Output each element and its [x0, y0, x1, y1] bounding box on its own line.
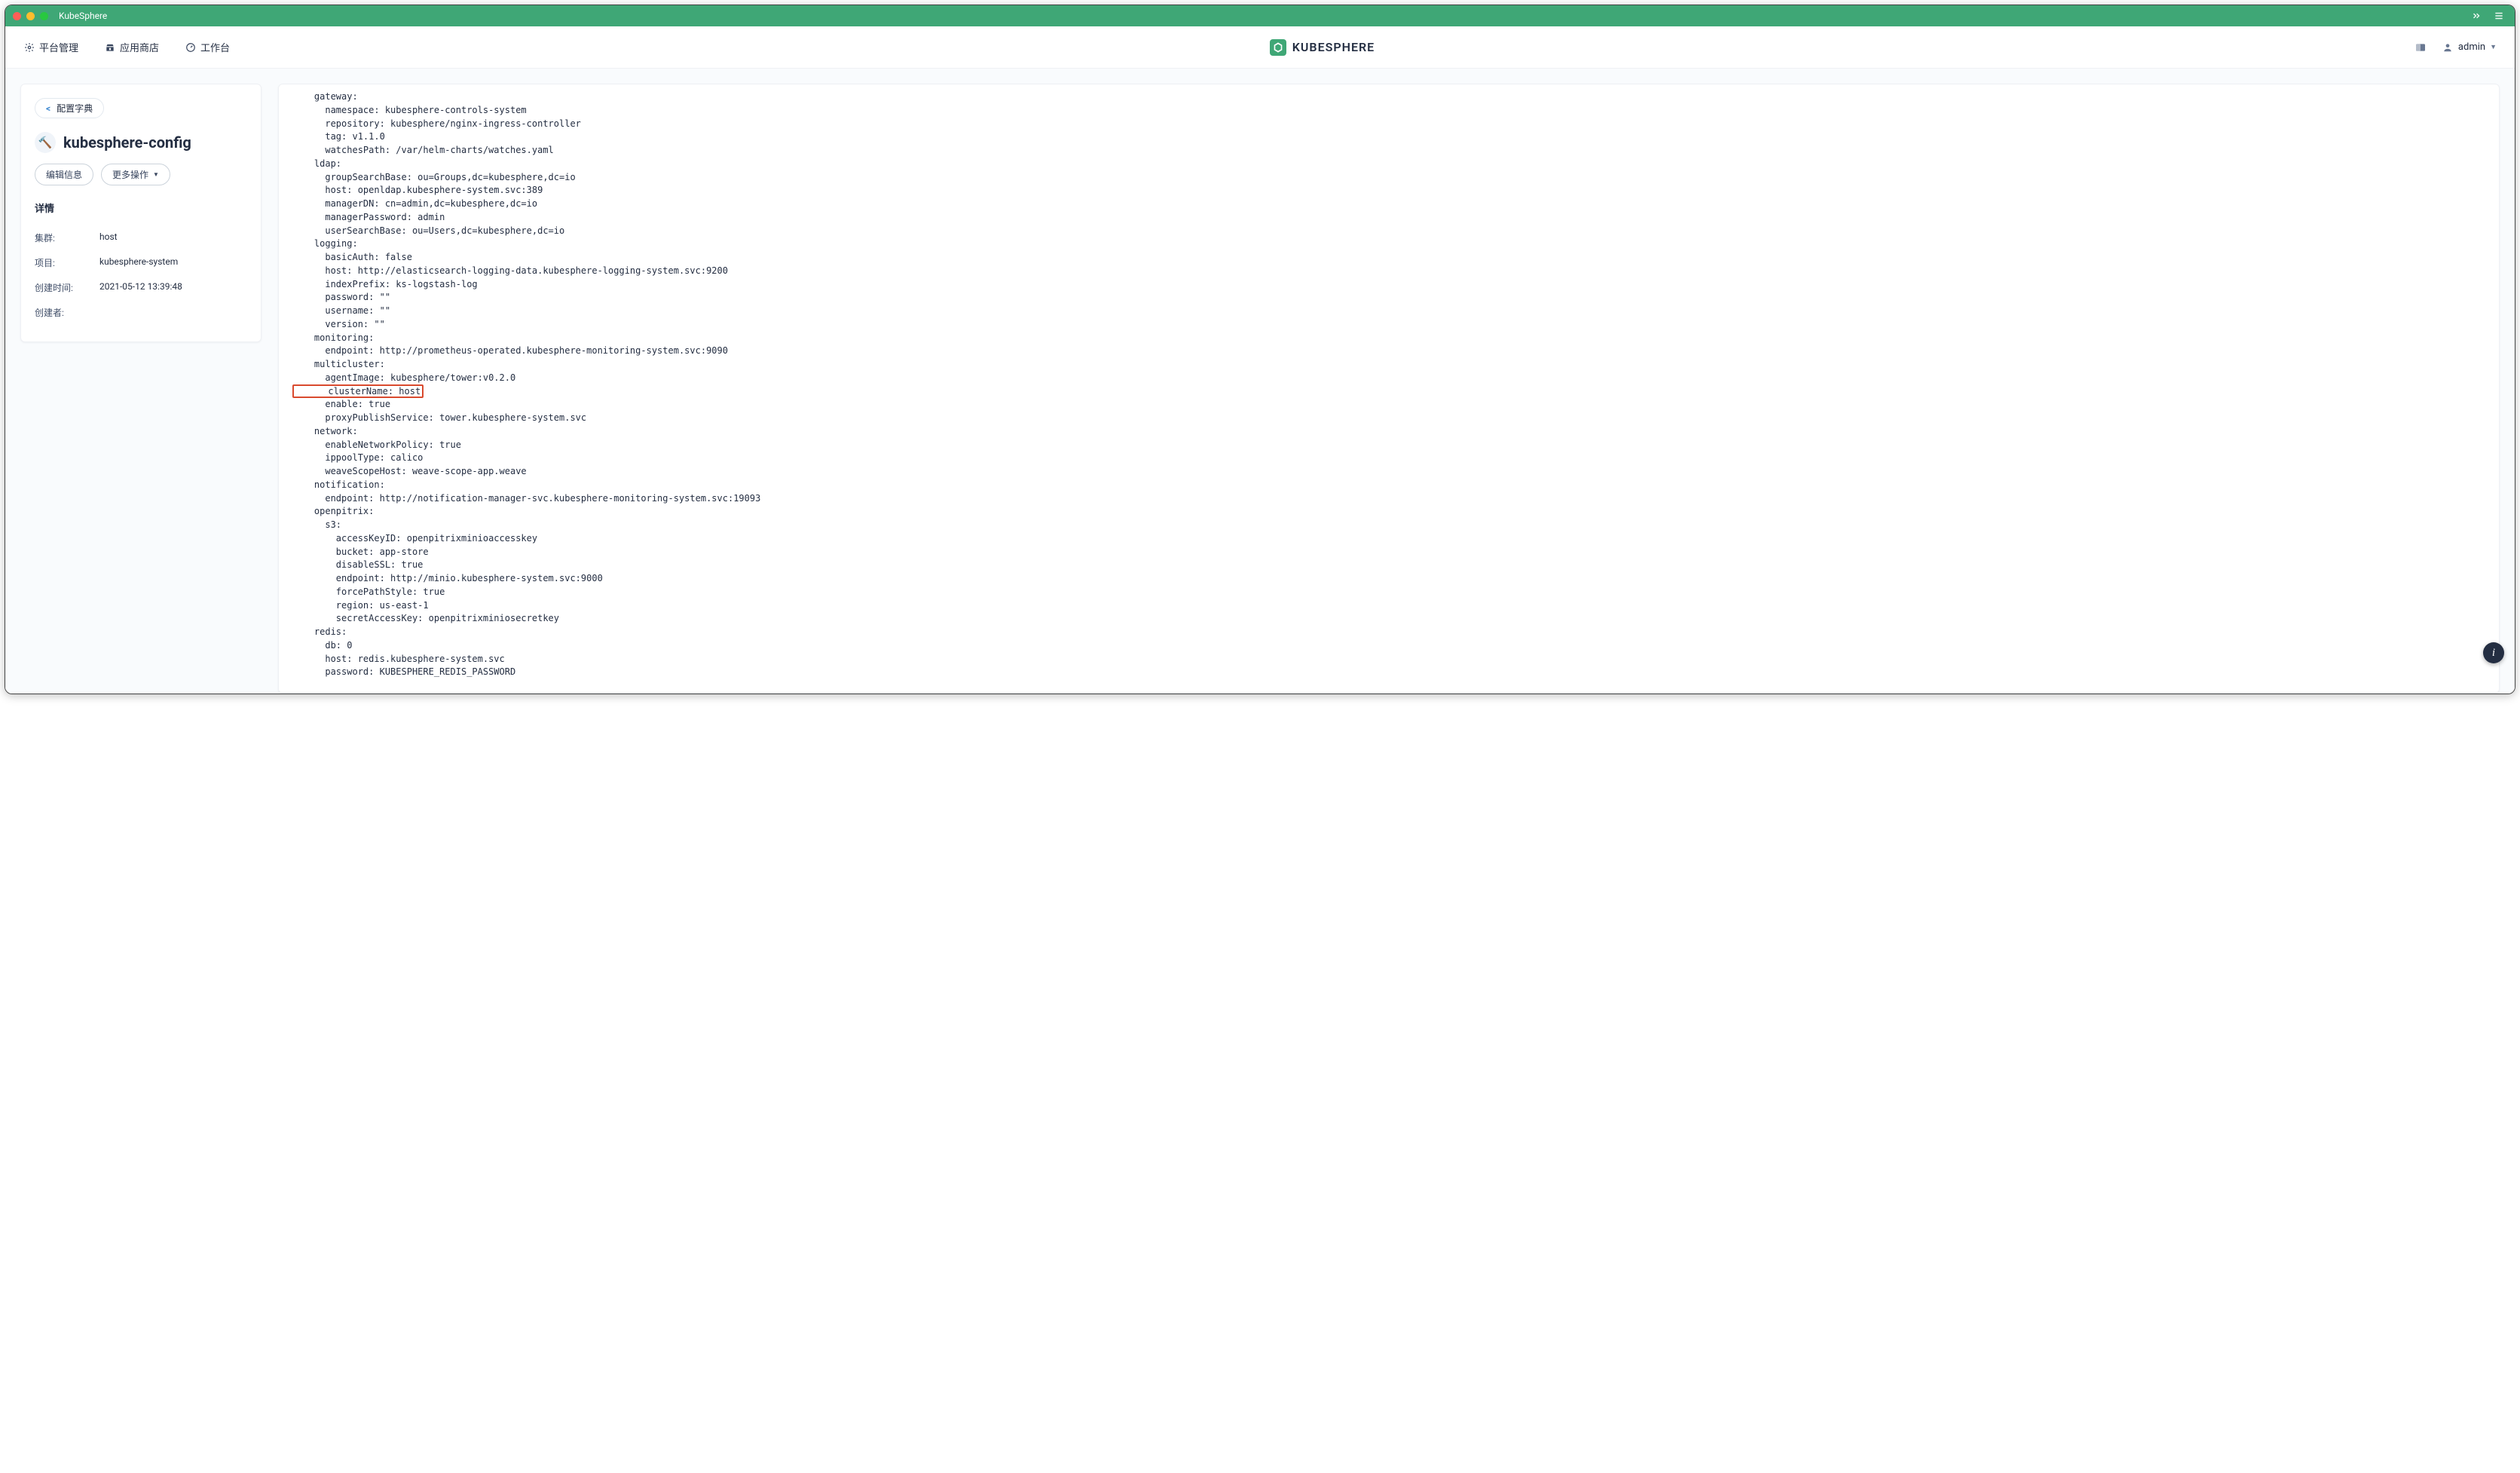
hammer-icon: 🔨 — [35, 132, 56, 153]
chevron-down-icon: ▼ — [153, 171, 159, 178]
nav-workspace[interactable]: 工作台 — [185, 40, 230, 54]
chevron-down-icon: ▼ — [2490, 43, 2497, 51]
user-icon — [2442, 41, 2454, 54]
edit-button-label: 编辑信息 — [46, 168, 82, 181]
maximize-window-button[interactable] — [40, 12, 48, 20]
gear-icon — [23, 41, 35, 53]
chevron-left-icon: < — [46, 103, 50, 114]
help-button[interactable]: i — [2483, 642, 2504, 663]
app-window: KubeSphere 平台管理 应用商店 工作台 — [5, 5, 2515, 694]
dashboard-icon — [185, 41, 196, 53]
detail-section-title: 详情 — [35, 201, 247, 215]
info-row-creator: 创建者: — [35, 300, 247, 325]
nav-appstore[interactable]: 应用商店 — [104, 40, 159, 54]
info-row-project: 项目: kubesphere-system — [35, 250, 247, 275]
brand-logo[interactable]: KUBESPHERE — [1270, 39, 1375, 56]
window-title: KubeSphere — [59, 11, 107, 21]
info-label: 项目: — [35, 256, 99, 269]
yaml-content: gateway: namespace: kubesphere-controls-… — [292, 90, 2485, 679]
minimize-window-button[interactable] — [26, 12, 35, 20]
more-actions-button[interactable]: 更多操作 ▼ — [101, 164, 170, 185]
nav-workspace-label: 工作台 — [200, 40, 230, 54]
nav-platform[interactable]: 平台管理 — [23, 40, 78, 54]
info-value: 2021-05-12 13:39:48 — [99, 281, 182, 294]
info-row-created: 创建时间: 2021-05-12 13:39:48 — [35, 275, 247, 300]
menu-icon[interactable] — [2491, 8, 2507, 24]
page-title: 🔨 kubesphere-config — [35, 132, 247, 153]
user-label: admin — [2458, 41, 2485, 53]
close-window-button[interactable] — [13, 12, 21, 20]
edit-button[interactable]: 编辑信息 — [35, 164, 93, 185]
detail-sidebar: < 配置字典 🔨 kubesphere-config 编辑信息 更多操作 ▼ 详… — [20, 84, 261, 342]
more-actions-label: 更多操作 — [112, 168, 148, 181]
page-title-text: kubesphere-config — [63, 133, 191, 152]
brand-text: KUBESPHERE — [1292, 40, 1375, 54]
info-value: kubesphere-system — [99, 256, 178, 269]
top-nav: 平台管理 应用商店 工作台 KUBESPHERE admin ▼ — [5, 26, 2515, 69]
info-label: 创建时间: — [35, 281, 99, 294]
yaml-pre1: gateway: namespace: kubesphere-controls-… — [292, 91, 728, 383]
info-label: 集群: — [35, 231, 99, 244]
info-value: host — [99, 231, 118, 244]
info-icon: i — [2492, 647, 2495, 660]
info-row-cluster: 集群: host — [35, 225, 247, 250]
nav-platform-label: 平台管理 — [39, 40, 78, 54]
logo-mark-icon — [1270, 39, 1286, 56]
config-panel[interactable]: gateway: namespace: kubesphere-controls-… — [278, 84, 2500, 694]
user-menu[interactable]: admin ▼ — [2442, 41, 2497, 54]
yaml-highlight-clustername: clusterName: host — [292, 384, 424, 398]
yaml-pre2: enable: true proxyPublishService: tower.… — [292, 399, 760, 677]
title-bar: KubeSphere — [5, 5, 2515, 26]
back-button[interactable]: < 配置字典 — [35, 98, 104, 118]
theme-icon[interactable] — [2414, 41, 2427, 54]
content-area: < 配置字典 🔨 kubesphere-config 编辑信息 更多操作 ▼ 详… — [5, 69, 2515, 694]
window-controls — [13, 12, 48, 20]
store-icon — [104, 41, 115, 53]
nav-appstore-label: 应用商店 — [120, 40, 159, 54]
info-label: 创建者: — [35, 306, 99, 319]
back-label: 配置字典 — [57, 102, 93, 115]
expand-icon[interactable] — [2468, 8, 2485, 24]
